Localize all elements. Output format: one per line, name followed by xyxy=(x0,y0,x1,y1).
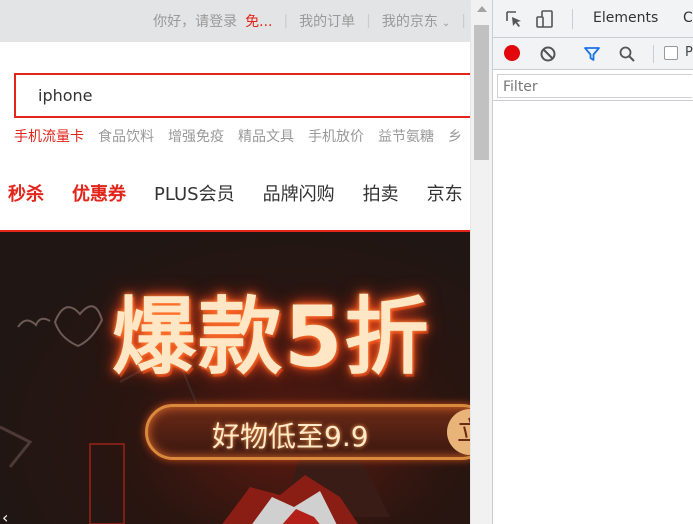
tab-elements[interactable]: Elements xyxy=(593,10,658,26)
filter-icon[interactable] xyxy=(583,45,601,63)
banner-product-image xyxy=(222,475,358,524)
nav-item-coupons[interactable]: 优惠券 xyxy=(72,180,126,206)
topbar-separator: | xyxy=(366,13,371,29)
main-nav: 秒杀 优惠券 PLUS会员 品牌闪购 拍卖 京东 xyxy=(8,180,470,206)
screen: 你好，请登录 免... | 我的订单 | 我的京东 ⌄ | iphone 手机流量… xyxy=(0,0,693,524)
jd-webpage: 你好，请登录 免... | 我的订单 | 我的京东 ⌄ | iphone 手机流量… xyxy=(0,0,470,524)
network-request-list xyxy=(493,101,693,524)
filter-input[interactable]: Filter xyxy=(497,74,692,98)
hot-word-link[interactable]: 益节氨糖 xyxy=(378,126,434,146)
banner-prev-arrow[interactable]: ‹ xyxy=(2,508,8,524)
devtools-divider xyxy=(572,9,573,29)
my-jd-menu[interactable]: 我的京东 ⌄ xyxy=(382,11,450,31)
inspect-element-icon[interactable] xyxy=(504,9,524,29)
nav-item-plus[interactable]: PLUS会员 xyxy=(154,180,235,206)
hot-word-link[interactable]: 精品文具 xyxy=(238,126,294,146)
tab-console[interactable]: Co xyxy=(683,10,693,26)
promo-banner[interactable]: 爆款5折 好物低至9.9 立 xyxy=(0,232,470,524)
preserve-log-checkbox[interactable] xyxy=(664,46,678,60)
login-greeting-link[interactable]: 你好，请登录 xyxy=(153,11,237,31)
hot-word-link[interactable]: 增强免疫 xyxy=(168,126,224,146)
search-icon[interactable] xyxy=(618,45,636,63)
device-toolbar-icon[interactable] xyxy=(535,9,555,29)
hot-word-link[interactable]: 手机流量卡 xyxy=(14,126,84,146)
filter-bar: Filter xyxy=(493,71,693,101)
nav-item-jd[interactable]: 京东 xyxy=(427,180,463,206)
nav-item-brand-flash[interactable]: 品牌闪购 xyxy=(263,180,335,206)
network-toolbar: P xyxy=(493,38,693,70)
toolbar-divider xyxy=(653,45,654,63)
banner-subtitle: 好物低至9.9 xyxy=(212,420,369,453)
nav-item-auction[interactable]: 拍卖 xyxy=(363,180,399,206)
preserve-log-label: P xyxy=(685,45,693,60)
record-icon[interactable] xyxy=(504,45,520,61)
filter-placeholder: Filter xyxy=(503,79,538,95)
scrollbar-thumb[interactable] xyxy=(474,25,489,160)
banner-title: 爆款5折 xyxy=(112,288,431,386)
hot-word-link[interactable]: 乡 xyxy=(448,126,462,146)
top-shortcut-bar: 你好，请登录 免... | 我的订单 | 我的京东 ⌄ | xyxy=(0,0,470,42)
search-input[interactable]: iphone xyxy=(38,75,93,116)
chevron-down-icon: ⌄ xyxy=(441,18,451,29)
hot-words-list: 手机流量卡 食品饮料 增强免疫 精品文具 手机放价 益节氨糖 乡 xyxy=(14,126,470,146)
devtools-panel: Elements Co P Filter xyxy=(492,0,693,524)
hot-word-link[interactable]: 手机放价 xyxy=(308,126,364,146)
my-orders-link[interactable]: 我的订单 xyxy=(299,11,355,31)
clear-icon[interactable] xyxy=(539,45,557,63)
topbar-separator: | xyxy=(283,13,289,29)
register-link[interactable]: 免... xyxy=(245,11,272,31)
nav-item-seckill[interactable]: 秒杀 xyxy=(8,180,44,206)
search-box[interactable]: iphone xyxy=(14,73,470,118)
hot-word-link[interactable]: 食品饮料 xyxy=(98,126,154,146)
devtools-tab-bar: Elements Co xyxy=(493,0,693,38)
scroll-up-arrow-icon[interactable] xyxy=(477,6,487,12)
page-scrollbar[interactable] xyxy=(470,0,492,524)
my-jd-label: 我的京东 xyxy=(381,14,438,30)
topbar-separator: | xyxy=(461,13,466,29)
